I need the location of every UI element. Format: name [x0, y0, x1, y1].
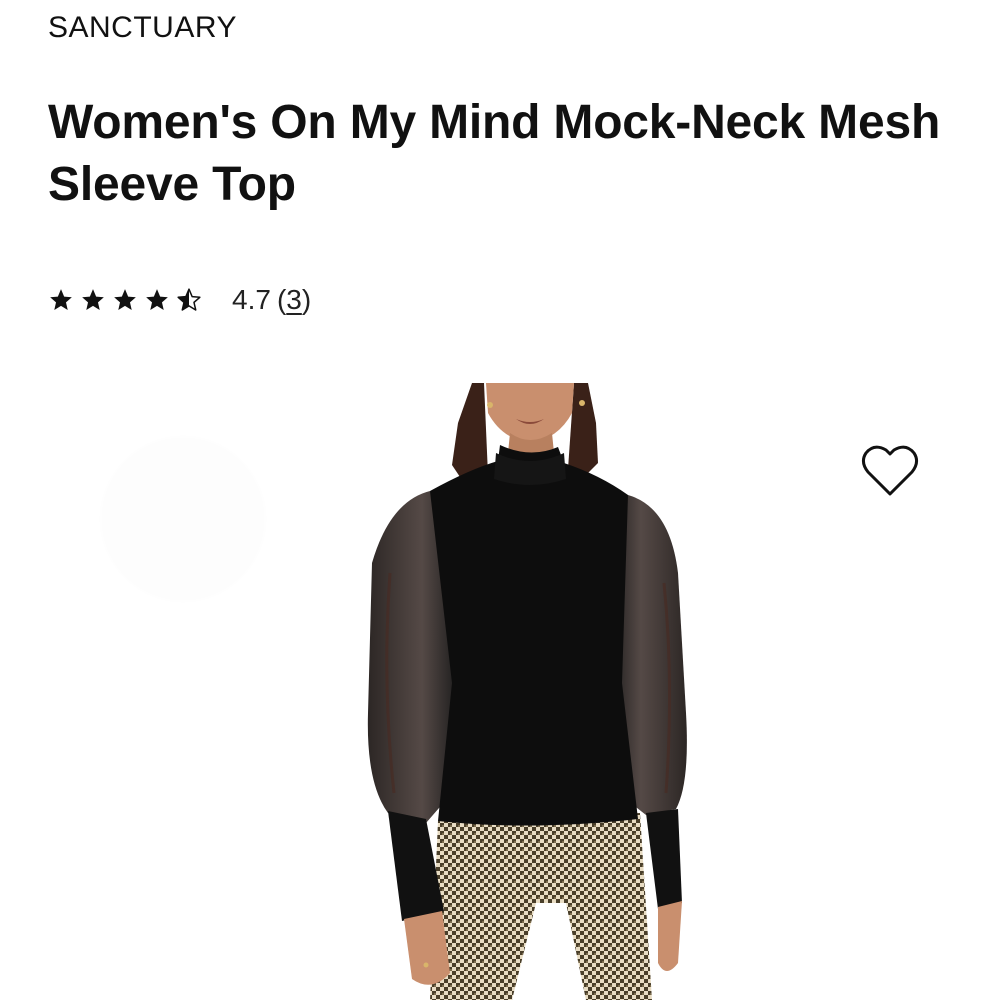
- review-count: 3: [286, 284, 302, 315]
- product-title: Women's On My Mind Mock-Neck Mesh Sleeve…: [48, 96, 941, 211]
- rating-value: 4.7: [232, 284, 271, 315]
- product-image[interactable]: [360, 383, 700, 1000]
- half-star-icon: [177, 288, 201, 311]
- review-count-close-paren: ): [301, 284, 312, 315]
- rating-summary[interactable]: 4.7 (3): [48, 280, 311, 320]
- brand-name[interactable]: SANCTUARY: [48, 10, 237, 46]
- star-icon: [82, 289, 104, 310]
- review-count-open-paren: (: [276, 284, 287, 315]
- review-count-link[interactable]: (3): [277, 284, 311, 316]
- star-icon: [50, 289, 72, 310]
- star-icon: [146, 289, 168, 310]
- star-icon: [114, 289, 136, 310]
- wishlist-heart-icon[interactable]: [860, 444, 920, 500]
- star-rating: [48, 287, 202, 313]
- ghost-circle: [102, 438, 264, 600]
